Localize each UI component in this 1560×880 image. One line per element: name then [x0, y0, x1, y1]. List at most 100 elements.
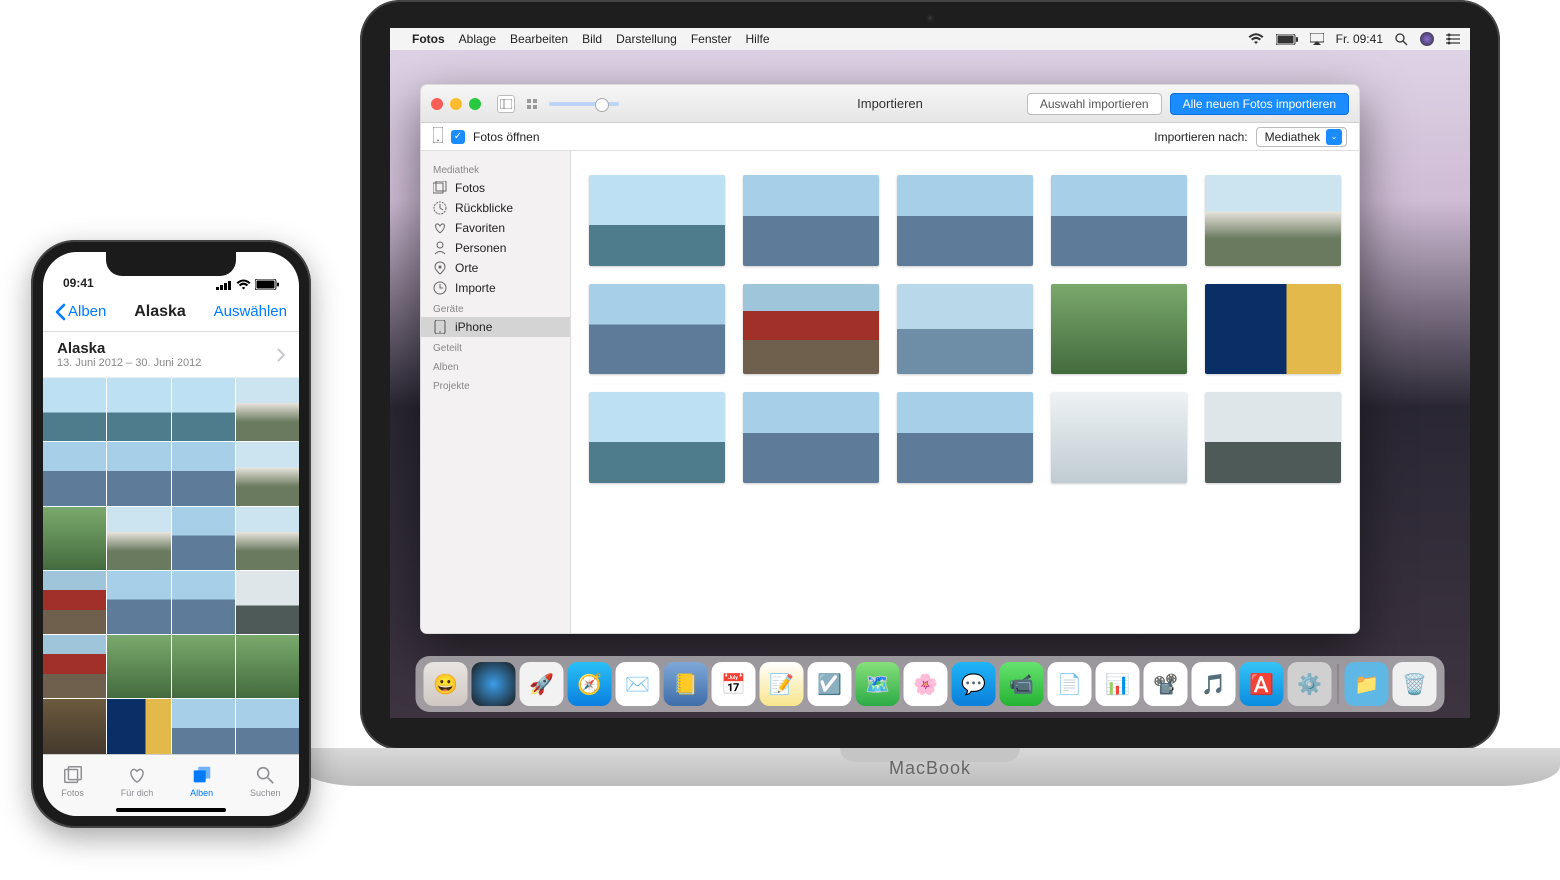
- mac-dock[interactable]: 😀 🚀 🧭 ✉️ 📒 📅 📝 ☑️ 🗺️ 🌸 💬 📹 📄 📊 📽️ 🎵 🅰️ ⚙…: [416, 656, 1445, 712]
- import-thumbnail[interactable]: [1205, 175, 1341, 266]
- import-all-button[interactable]: Alle neuen Fotos importieren: [1170, 93, 1349, 115]
- dock-reminders[interactable]: ☑️: [808, 662, 852, 706]
- photo-grid-cell[interactable]: [236, 635, 299, 698]
- dock-contacts[interactable]: 📒: [664, 662, 708, 706]
- dock-launchpad[interactable]: 🚀: [520, 662, 564, 706]
- tab-fotos[interactable]: Fotos: [61, 764, 84, 798]
- menubar-item-fenster[interactable]: Fenster: [691, 32, 732, 46]
- minimize-window-button[interactable]: [450, 98, 462, 110]
- mac-menubar[interactable]: Fotos Ablage Bearbeiten Bild Darstellung…: [390, 28, 1470, 50]
- import-thumbnail[interactable]: [589, 284, 725, 375]
- sidebar-toggle-button[interactable]: [497, 95, 515, 113]
- import-thumbnail[interactable]: [743, 392, 879, 483]
- menubar-item-bearbeiten[interactable]: Bearbeiten: [510, 32, 568, 46]
- thumbnail-size-slider[interactable]: [549, 102, 619, 106]
- sidebar-item-importe[interactable]: Importe: [421, 278, 570, 298]
- zoom-window-button[interactable]: [469, 98, 481, 110]
- photo-grid-cell[interactable]: [43, 378, 106, 441]
- photo-grid-cell[interactable]: [43, 507, 106, 570]
- sidebar-item-orte[interactable]: Orte: [421, 258, 570, 278]
- open-photos-checkbox[interactable]: ✓: [451, 130, 465, 144]
- import-thumbnail[interactable]: [589, 392, 725, 483]
- notification-center-icon[interactable]: [1446, 33, 1460, 45]
- photo-grid-cell[interactable]: [43, 699, 106, 762]
- import-thumbnail[interactable]: [1051, 175, 1187, 266]
- photo-grid-cell[interactable]: [236, 378, 299, 441]
- import-thumbnail[interactable]: [897, 175, 1033, 266]
- home-indicator[interactable]: [116, 808, 226, 812]
- photo-grid-cell[interactable]: [107, 635, 170, 698]
- menubar-item-ablage[interactable]: Ablage: [459, 32, 496, 46]
- menubar-app-name[interactable]: Fotos: [412, 32, 445, 46]
- dock-mail[interactable]: ✉️: [616, 662, 660, 706]
- import-thumbnail[interactable]: [1051, 392, 1187, 483]
- import-selected-button[interactable]: Auswahl importieren: [1027, 93, 1162, 115]
- photo-grid-cell[interactable]: [107, 507, 170, 570]
- sidebar-section-shared[interactable]: Geteilt: [421, 337, 570, 356]
- dock-siri[interactable]: [472, 662, 516, 706]
- dock-finder[interactable]: 😀: [424, 662, 468, 706]
- sidebar-item-personen[interactable]: Personen: [421, 238, 570, 258]
- import-content[interactable]: [571, 151, 1359, 633]
- dock-itunes[interactable]: 🎵: [1192, 662, 1236, 706]
- photo-grid-cell[interactable]: [236, 571, 299, 634]
- window-titlebar[interactable]: Importieren Auswahl importieren Alle neu…: [421, 85, 1359, 123]
- dock-notes[interactable]: 📝: [760, 662, 804, 706]
- import-destination-select[interactable]: Mediathek ⌄: [1256, 127, 1347, 147]
- tab-fuer-dich[interactable]: Für dich: [121, 764, 154, 798]
- photo-grid-cell[interactable]: [172, 635, 235, 698]
- photo-grid-cell[interactable]: [107, 442, 170, 505]
- sidebar-section-projects[interactable]: Projekte: [421, 375, 570, 394]
- photo-grid-cell[interactable]: [107, 571, 170, 634]
- album-header[interactable]: Alaska 13. Juni 2012 – 30. Juni 2012: [43, 332, 299, 378]
- tab-alben[interactable]: Alben: [190, 764, 213, 798]
- siri-icon[interactable]: [1420, 32, 1434, 46]
- import-thumbnail[interactable]: [897, 392, 1033, 483]
- import-thumbnail[interactable]: [1205, 284, 1341, 375]
- dock-maps[interactable]: 🗺️: [856, 662, 900, 706]
- dock-pages[interactable]: 📄: [1048, 662, 1092, 706]
- photo-grid-cell[interactable]: [107, 699, 170, 762]
- photo-grid-cell[interactable]: [172, 378, 235, 441]
- nav-select-button[interactable]: Auswählen: [214, 303, 287, 320]
- photo-grid-cell[interactable]: [172, 442, 235, 505]
- menubar-item-hilfe[interactable]: Hilfe: [746, 32, 770, 46]
- sidebar-item-iphone[interactable]: iPhone: [421, 317, 570, 337]
- close-window-button[interactable]: [431, 98, 443, 110]
- sidebar-item-favoriten[interactable]: Favoriten: [421, 218, 570, 238]
- dock-safari[interactable]: 🧭: [568, 662, 612, 706]
- photo-grid-cell[interactable]: [172, 699, 235, 762]
- dock-facetime[interactable]: 📹: [1000, 662, 1044, 706]
- nav-back-button[interactable]: Alben: [55, 303, 106, 321]
- dock-trash[interactable]: 🗑️: [1393, 662, 1437, 706]
- spotlight-icon[interactable]: [1395, 33, 1408, 46]
- photo-grid-cell[interactable]: [107, 378, 170, 441]
- battery-icon[interactable]: [1276, 34, 1298, 45]
- iphone-photo-grid[interactable]: [43, 378, 299, 816]
- menubar-item-darstellung[interactable]: Darstellung: [616, 32, 677, 46]
- import-thumbnail[interactable]: [1205, 392, 1341, 483]
- menubar-item-bild[interactable]: Bild: [582, 32, 602, 46]
- photo-grid-cell[interactable]: [43, 571, 106, 634]
- dock-downloads[interactable]: 📁: [1345, 662, 1389, 706]
- dock-keynote[interactable]: 📽️: [1144, 662, 1188, 706]
- photo-grid-cell[interactable]: [236, 699, 299, 762]
- import-thumbnail[interactable]: [743, 284, 879, 375]
- import-thumbnail[interactable]: [743, 175, 879, 266]
- dock-photos[interactable]: 🌸: [904, 662, 948, 706]
- airplay-icon[interactable]: [1310, 33, 1324, 45]
- photo-grid-cell[interactable]: [236, 507, 299, 570]
- import-thumbnail[interactable]: [589, 175, 725, 266]
- photo-grid-cell[interactable]: [43, 442, 106, 505]
- menubar-clock[interactable]: Fr. 09:41: [1336, 32, 1383, 46]
- photo-grid-cell[interactable]: [172, 571, 235, 634]
- sidebar-item-fotos[interactable]: Fotos: [421, 178, 570, 198]
- tab-suchen[interactable]: Suchen: [250, 764, 281, 798]
- dock-numbers[interactable]: 📊: [1096, 662, 1140, 706]
- sidebar-section-albums[interactable]: Alben: [421, 356, 570, 375]
- photo-grid-cell[interactable]: [43, 635, 106, 698]
- import-thumbnail[interactable]: [897, 284, 1033, 375]
- photo-grid-cell[interactable]: [236, 442, 299, 505]
- dock-settings[interactable]: ⚙️: [1288, 662, 1332, 706]
- photo-grid-cell[interactable]: [172, 507, 235, 570]
